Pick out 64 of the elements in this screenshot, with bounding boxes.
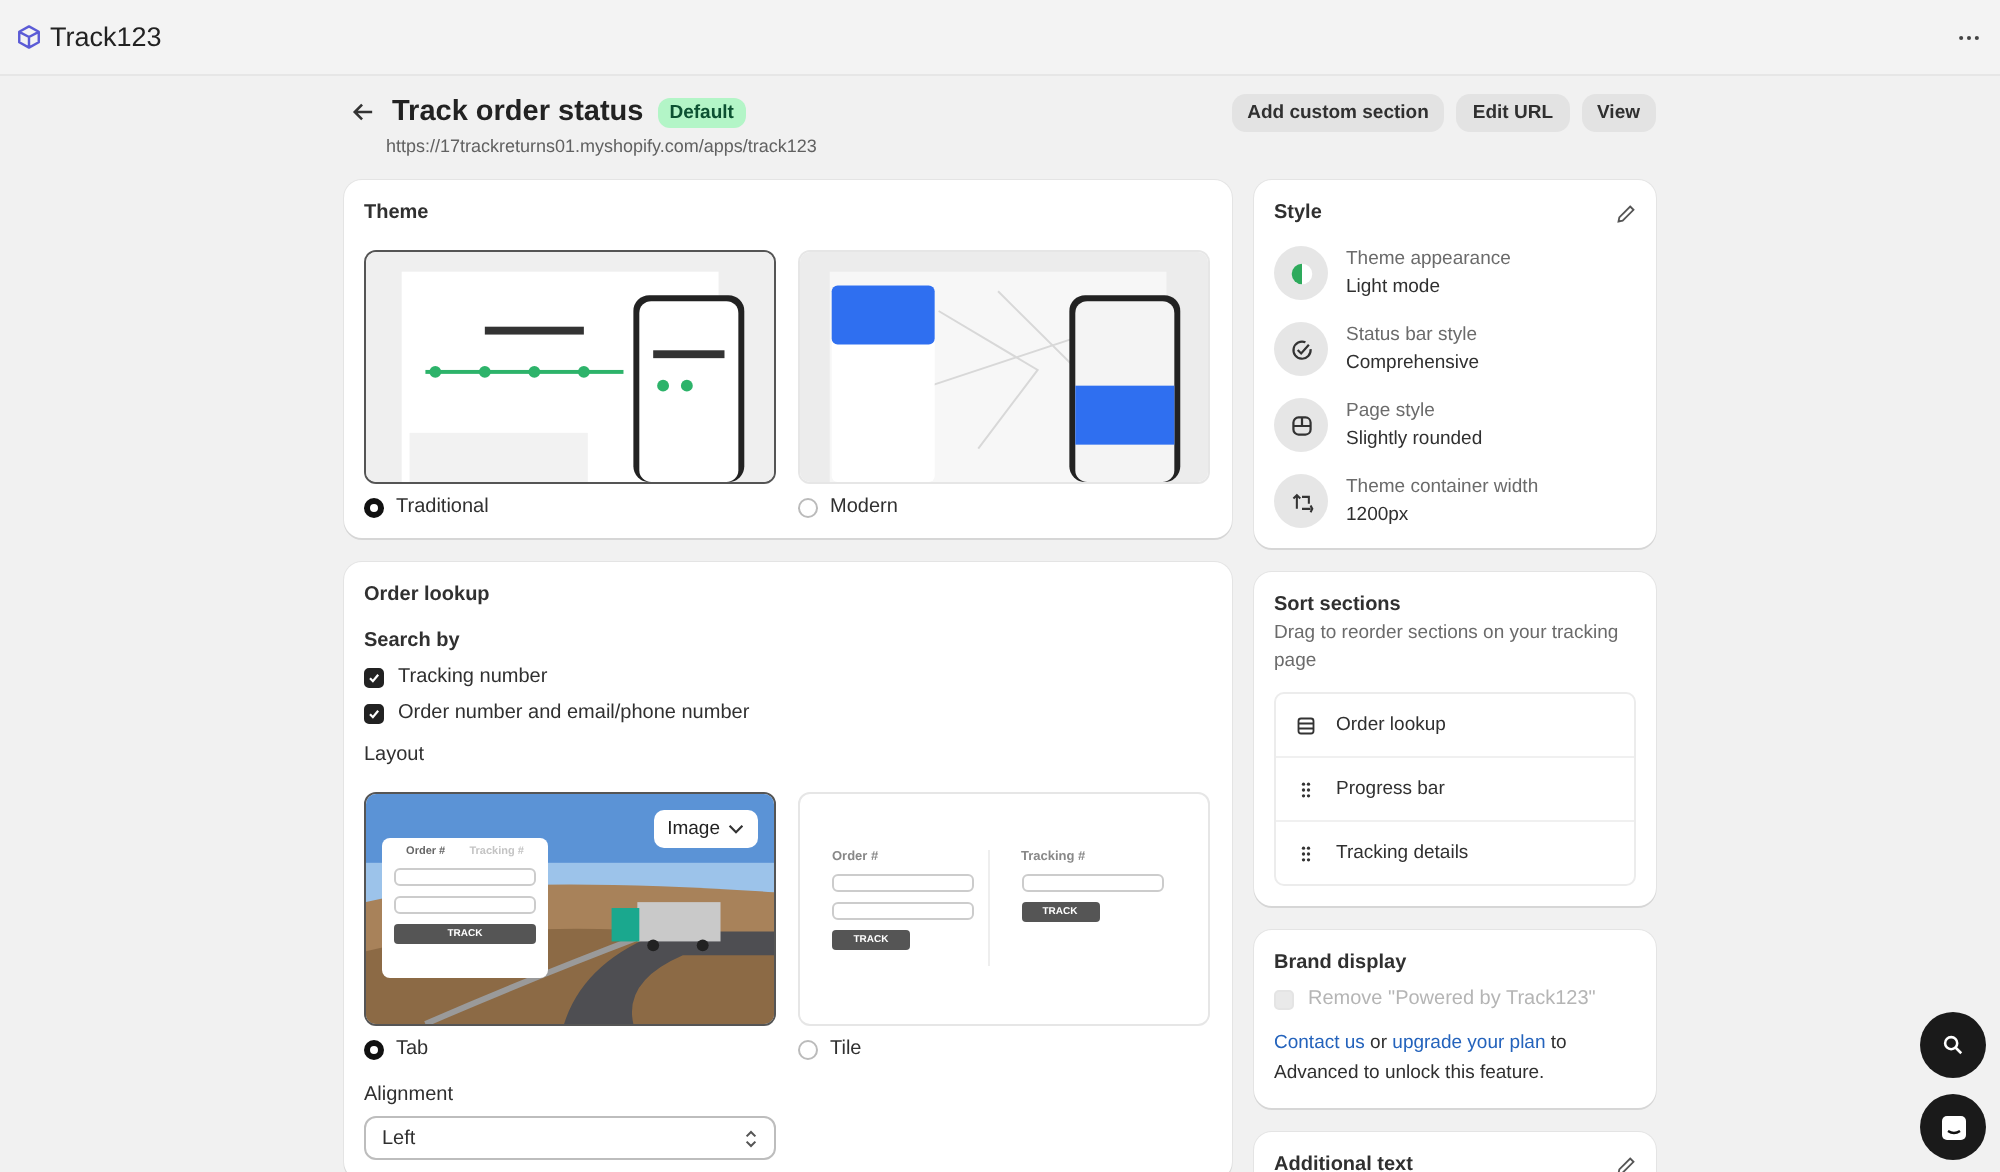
setting-label: Page style <box>1346 400 1437 422</box>
field-label: Alignment <box>364 1084 455 1106</box>
input-field <box>1021 874 1163 892</box>
setting-label: Theme container width <box>1346 476 1539 498</box>
section-label: Search by <box>364 630 462 652</box>
input-field <box>832 902 974 920</box>
section-row[interactable]: Order lookup <box>1276 694 1634 756</box>
card-title: Sort sections <box>1274 594 1403 616</box>
page-title: Track order status <box>392 96 644 128</box>
setting-value: Light mode <box>1346 276 1443 298</box>
resize-icon <box>1289 489 1313 513</box>
header-button[interactable]: View <box>1581 94 1656 132</box>
select-arrows-icon <box>744 1127 758 1149</box>
setting-label: Status bar style <box>1346 324 1479 346</box>
input-field <box>394 868 536 886</box>
setting-value: 1200px <box>1346 504 1411 526</box>
search-button[interactable] <box>1920 1012 1986 1078</box>
chat-icon <box>1939 1113 1967 1141</box>
page-url: https://17trackreturns01.myshopify.com/apps/track123 <box>386 136 817 156</box>
card-title: Style <box>1274 202 1322 224</box>
input-field <box>394 896 536 914</box>
drag-handle-icon[interactable] <box>1296 843 1316 863</box>
radio-option[interactable]: Tile <box>798 1038 1210 1060</box>
checkbox-option[interactable]: Order number and email/phone number <box>364 702 1212 724</box>
app-name: Track123 <box>50 22 162 52</box>
card-title: Additional text <box>1274 1154 1413 1172</box>
chevron-down-icon <box>728 824 744 834</box>
edit-icon[interactable] <box>1616 203 1636 223</box>
status-badge: Default <box>657 97 746 127</box>
setting-label: Theme appearance <box>1346 248 1511 270</box>
setting-value: Slightly rounded <box>1346 428 1483 450</box>
alignment-select[interactable]: Left <box>364 1116 776 1160</box>
image-dropdown[interactable]: Image <box>653 810 758 848</box>
link[interactable]: Contact us <box>1274 1032 1365 1054</box>
link[interactable]: upgrade your plan <box>1392 1032 1546 1054</box>
card-title: Theme <box>364 202 431 224</box>
header-button[interactable]: Edit URL <box>1456 94 1570 132</box>
radio-option[interactable]: Tab <box>364 1038 776 1060</box>
radio-option[interactable]: Traditional <box>364 496 776 518</box>
input-field <box>832 874 974 892</box>
card-description: Drag to reorder sections on your tracking page <box>1274 620 1621 676</box>
chat-button[interactable] <box>1920 1094 1986 1160</box>
search-icon <box>1942 1034 1964 1056</box>
section-icon <box>1296 715 1316 735</box>
more-icon[interactable] <box>1958 33 1980 41</box>
checkmark-icon <box>366 705 382 721</box>
card-title: Order lookup <box>364 584 492 606</box>
drag-handle-icon[interactable] <box>1296 779 1316 799</box>
checkbox-option[interactable]: Tracking number <box>364 666 1212 688</box>
radio-option[interactable]: Modern <box>798 496 1210 518</box>
checkmark-icon <box>366 669 382 685</box>
field-label: Layout <box>364 744 427 766</box>
section-row[interactable]: Progress bar <box>1276 756 1634 820</box>
setting-value: Comprehensive <box>1346 352 1480 374</box>
edit-icon[interactable] <box>1616 1155 1636 1172</box>
header-button[interactable]: Add custom section <box>1231 94 1445 132</box>
layout-icon <box>1289 413 1313 437</box>
section-row[interactable]: Tracking details <box>1276 820 1634 884</box>
check-circle-icon <box>1289 337 1313 361</box>
back-arrow-icon[interactable] <box>352 102 374 122</box>
card-title: Brand display <box>1274 952 1409 974</box>
cube-icon <box>16 24 42 50</box>
half-circle-icon <box>1289 261 1313 285</box>
upgrade-note: Contact us or upgrade your plan to Advanced to unlock this feature. <box>1274 1030 1569 1088</box>
